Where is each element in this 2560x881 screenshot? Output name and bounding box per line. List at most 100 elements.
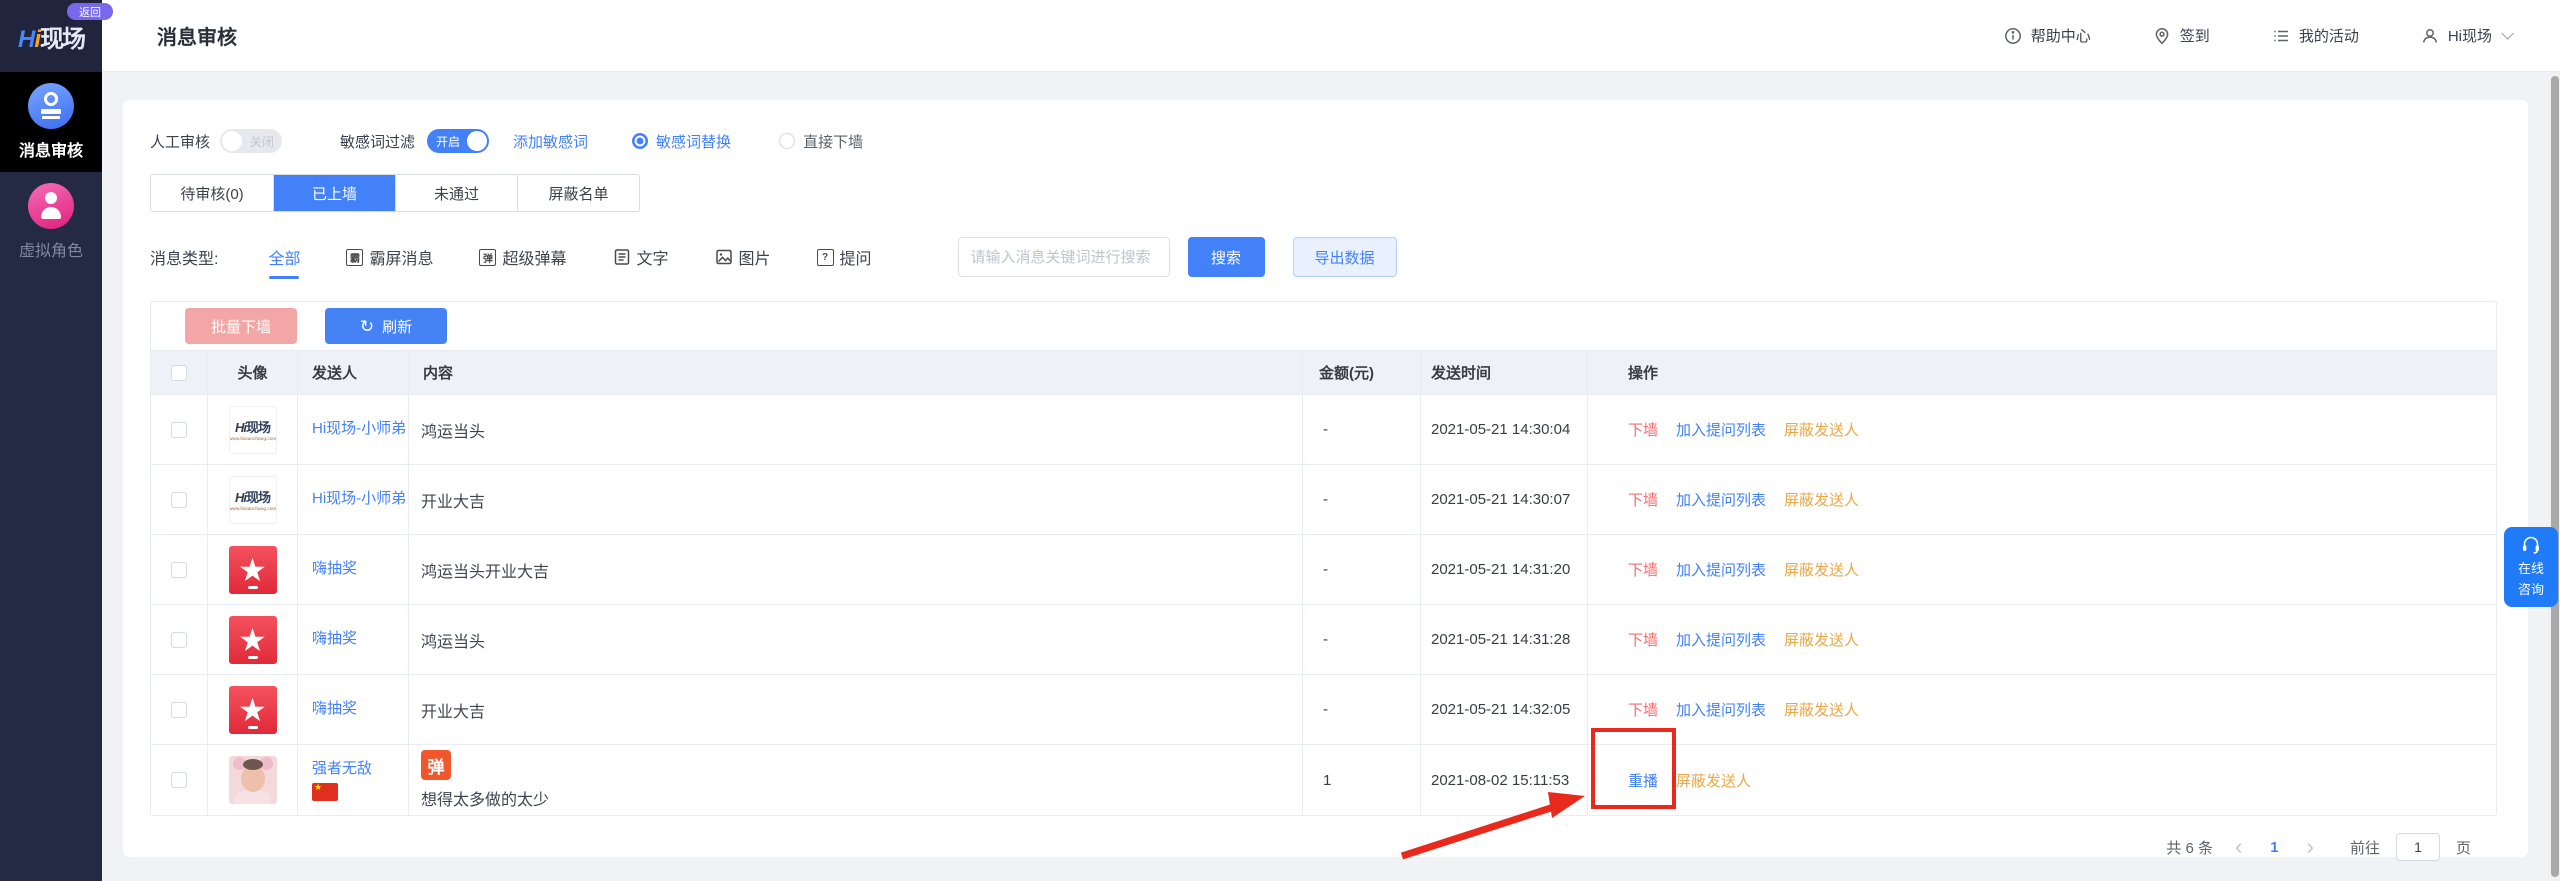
action-屏蔽发送人[interactable]: 屏蔽发送人: [1784, 419, 1859, 440]
action-屏蔽发送人[interactable]: 屏蔽发送人: [1676, 770, 1751, 791]
cell-sender: Hi现场-小师弟: [298, 395, 409, 464]
amount-value: 1: [1323, 772, 1331, 789]
next-page-button[interactable]: ›: [2301, 836, 2320, 858]
sender-link[interactable]: 强者无敌: [312, 760, 372, 777]
row-checkbox[interactable]: [171, 562, 187, 578]
action-加入提问列表[interactable]: 加入提问列表: [1676, 489, 1766, 510]
action-下墙[interactable]: 下墙: [1628, 419, 1658, 440]
tab-on-wall[interactable]: 已上墙: [273, 175, 395, 211]
batch-remove-button[interactable]: 批量下墙: [185, 308, 297, 344]
user-icon: [2421, 27, 2439, 45]
table-toolbar: 批量下墙 ↻ 刷新: [151, 302, 2496, 350]
goto-page-input[interactable]: [2396, 833, 2440, 861]
cell-time: 2021-05-21 14:30:04: [1421, 395, 1588, 464]
avatar-photo: [229, 756, 277, 804]
user-menu[interactable]: Hi现场: [2421, 25, 2510, 46]
add-sensitive-word-link[interactable]: 添加敏感词: [513, 131, 588, 152]
action-下墙[interactable]: 下墙: [1628, 559, 1658, 580]
sign-in-link[interactable]: 签到: [2153, 25, 2210, 46]
action-屏蔽发送人[interactable]: 屏蔽发送人: [1784, 559, 1859, 580]
action-屏蔽发送人[interactable]: 屏蔽发送人: [1784, 699, 1859, 720]
type-super-danmu[interactable]: 弹 超级弹幕: [479, 245, 566, 269]
sidebar-item-virtual-role[interactable]: 虚拟角色: [0, 172, 102, 272]
sender-link[interactable]: 嗨抽奖: [312, 700, 357, 717]
row-checkbox[interactable]: [171, 702, 187, 718]
content-wrap: 开业大吉: [421, 488, 485, 512]
type-all[interactable]: 全部: [268, 245, 300, 269]
time-value: 2021-05-21 14:30:07: [1431, 491, 1570, 508]
tab-rejected[interactable]: 未通过: [395, 175, 517, 211]
sender-wrap: 嗨抽奖: [312, 699, 357, 719]
chevron-down-icon: [2501, 27, 2514, 40]
content-text: 想得太多做的太少: [421, 786, 549, 810]
export-data-button[interactable]: 导出数据: [1293, 237, 1397, 277]
action-下墙[interactable]: 下墙: [1628, 489, 1658, 510]
avatar-logo-text: Hi现场: [235, 487, 270, 506]
sender-link[interactable]: 嗨抽奖: [312, 560, 357, 577]
vertical-scrollbar-thumb[interactable]: [2551, 76, 2559, 877]
main-area: 人工审核 关闭 敏感词过滤 开启 添加敏感词 敏感词替换 直接下墙: [102, 72, 2560, 881]
tab-block-list[interactable]: 屏蔽名单: [517, 175, 639, 211]
prev-page-button[interactable]: ‹: [2229, 836, 2248, 858]
action-加入提问列表[interactable]: 加入提问列表: [1676, 699, 1766, 720]
page-number[interactable]: 1: [2264, 839, 2284, 856]
back-badge[interactable]: 返回: [67, 3, 113, 20]
page-title: 消息审核: [157, 21, 237, 50]
type-image[interactable]: 图片: [715, 245, 771, 269]
type-label: 图片: [739, 245, 771, 269]
radio-direct-remove[interactable]: 直接下墙: [779, 131, 863, 152]
action-下墙[interactable]: 下墙: [1628, 699, 1658, 720]
sender-link[interactable]: 嗨抽奖: [312, 630, 357, 647]
type-question[interactable]: ? 提问: [817, 245, 872, 269]
avatar-star: ★: [229, 686, 277, 734]
tab-pending[interactable]: 待审核(0): [151, 175, 273, 211]
table-row: ★嗨抽奖鸿运当头-2021-05-21 14:31:28下墙加入提问列表屏蔽发送…: [151, 605, 2496, 675]
star-icon: ★: [238, 624, 267, 656]
avatar-star: ★: [229, 616, 277, 664]
sensitive-filter-toggle[interactable]: 开启: [427, 129, 489, 153]
radio-label: 敏感词替换: [656, 131, 731, 152]
select-all-checkbox[interactable]: [171, 365, 187, 381]
action-屏蔽发送人[interactable]: 屏蔽发送人: [1784, 489, 1859, 510]
sidebar-item-message-audit[interactable]: 消息审核: [0, 72, 102, 172]
online-chat-button[interactable]: 在线 咨询: [2504, 527, 2558, 607]
row-checkbox[interactable]: [171, 422, 187, 438]
avatar-url-text: www.hixianchang.com: [229, 437, 277, 442]
radio-label: 直接下墙: [803, 131, 863, 152]
row-checkbox[interactable]: [171, 772, 187, 788]
manual-audit-toggle[interactable]: 关闭: [220, 129, 282, 153]
content-text: 鸿运当头开业大吉: [421, 558, 549, 582]
type-label: 全部: [268, 245, 300, 269]
help-center-link[interactable]: 帮助中心: [2004, 25, 2091, 46]
action-加入提问列表[interactable]: 加入提问列表: [1676, 559, 1766, 580]
sender-link[interactable]: Hi现场-小师弟: [312, 490, 406, 507]
cell-amount: -: [1303, 395, 1421, 464]
cell-actions: 重播屏蔽发送人: [1588, 745, 2496, 815]
search-button[interactable]: 搜索: [1188, 237, 1265, 277]
cell-amount: 1: [1303, 745, 1421, 815]
action-下墙[interactable]: 下墙: [1628, 629, 1658, 650]
action-加入提问列表[interactable]: 加入提问列表: [1676, 419, 1766, 440]
amount-value: -: [1323, 701, 1328, 718]
action-重播[interactable]: 重播: [1628, 770, 1658, 791]
question-square-icon: ?: [817, 249, 834, 266]
content-text: 鸿运当头: [421, 628, 485, 652]
table-card: 批量下墙 ↻ 刷新 头像 发送人 内容 金额(元) 发送时间 操作 Hi现场ww…: [150, 301, 2497, 816]
radio-sensitive-replace[interactable]: 敏感词替换: [632, 131, 731, 152]
col-avatar: 头像: [208, 351, 298, 394]
row-checkbox[interactable]: [171, 632, 187, 648]
type-ba-screen[interactable]: 霸 霸屏消息: [346, 245, 433, 269]
sender-link[interactable]: Hi现场-小师弟: [312, 420, 406, 437]
virtual-role-icon: [28, 183, 74, 229]
content-wrap: 鸿运当头: [421, 628, 485, 652]
vertical-scrollbar-track[interactable]: [2550, 72, 2560, 881]
refresh-button[interactable]: ↻ 刷新: [325, 308, 447, 344]
radio-dot-icon: [779, 133, 795, 149]
search-input[interactable]: [958, 237, 1170, 277]
type-text[interactable]: 文字: [613, 245, 669, 269]
my-activities-link[interactable]: 我的活动: [2272, 25, 2359, 46]
action-屏蔽发送人[interactable]: 屏蔽发送人: [1784, 629, 1859, 650]
row-checkbox[interactable]: [171, 492, 187, 508]
action-加入提问列表[interactable]: 加入提问列表: [1676, 629, 1766, 650]
cell-amount: -: [1303, 675, 1421, 744]
